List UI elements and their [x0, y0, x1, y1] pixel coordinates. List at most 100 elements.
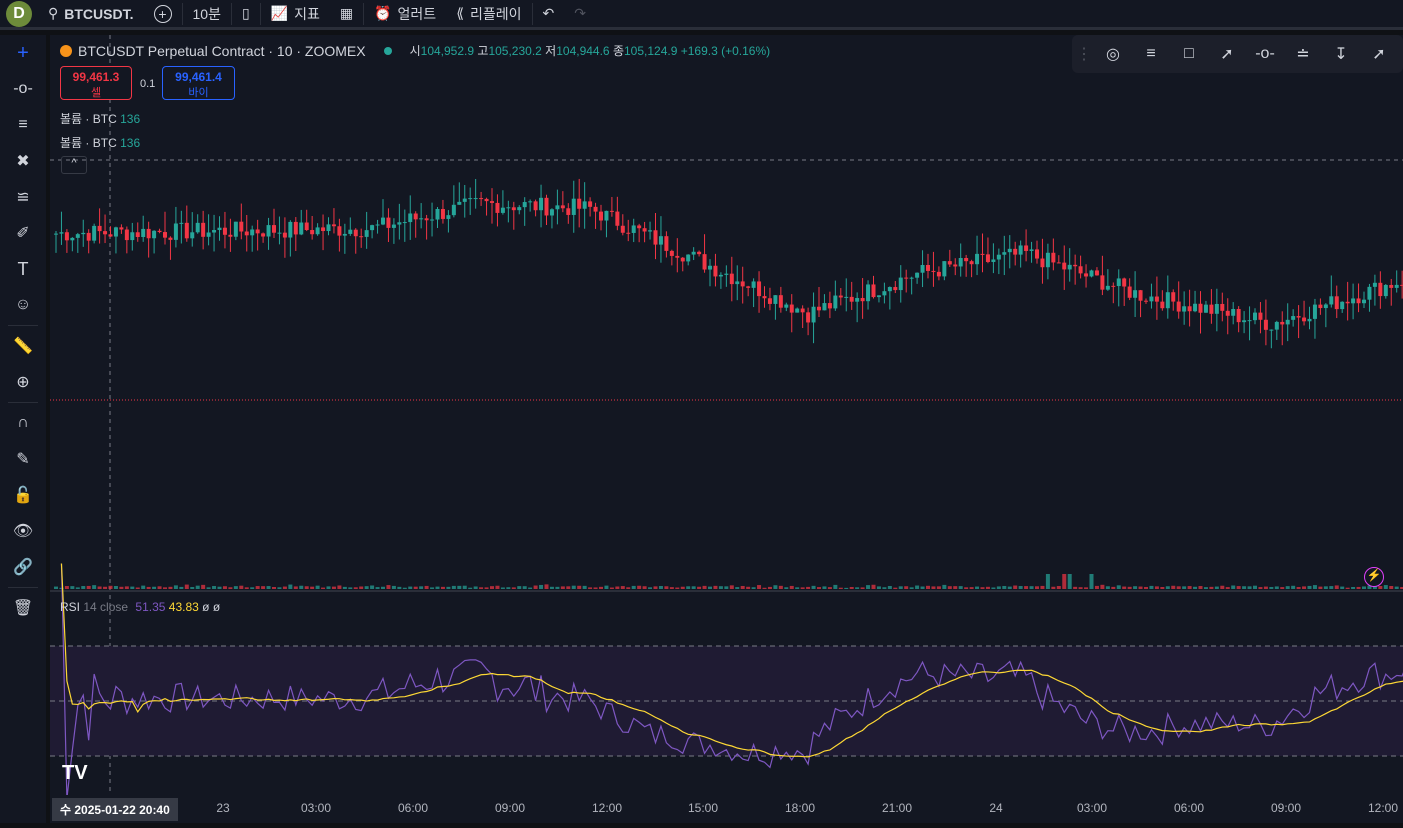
- volume-legend[interactable]: 볼륨 · BTC 136: [60, 110, 140, 127]
- candle-body: [985, 254, 990, 262]
- candle-body: [222, 227, 227, 235]
- collapse-legend-button[interactable]: ^: [61, 156, 87, 174]
- candle-body: [1116, 278, 1121, 287]
- volume-bar: [969, 587, 974, 589]
- chart-area[interactable]: [50, 35, 1403, 823]
- price-range-tool[interactable]: ↧: [1326, 39, 1356, 69]
- volume-bar: [1214, 586, 1219, 589]
- horizontal-ray-tool[interactable]: -o-: [1250, 39, 1280, 69]
- brush-tool[interactable]: ✐: [0, 215, 46, 251]
- sell-button[interactable]: 99,461.3 셀: [60, 66, 132, 100]
- parallel-lines-icon: ≡: [1146, 45, 1156, 62]
- interval-button[interactable]: 10분: [183, 0, 231, 29]
- candle-body: [1100, 275, 1105, 290]
- candle-body: [708, 265, 712, 270]
- symbol-title[interactable]: BTCUSDT Perpetual Contract · 10 · ZOOMEX: [78, 43, 366, 59]
- undo-button[interactable]: ↶: [533, 0, 565, 29]
- volume-bar: [81, 586, 86, 589]
- volume-bar: [620, 586, 625, 589]
- candle-body: [321, 227, 326, 232]
- delete-tool[interactable]: 🗑: [0, 590, 46, 626]
- volume-bar: [844, 587, 849, 589]
- volume-bar: [664, 586, 669, 589]
- candle-body: [909, 277, 914, 279]
- candle-body: [413, 213, 418, 220]
- lock-icon: 🔓: [13, 487, 33, 504]
- indicators-button[interactable]: 📈 지표: [261, 0, 330, 29]
- volume-bar: [615, 586, 620, 589]
- low-label: 저: [545, 44, 557, 58]
- chart-canvas[interactable]: [50, 35, 1403, 823]
- candle-body: [648, 230, 653, 232]
- candle-body: [691, 251, 696, 255]
- hide-tool[interactable]: 👁: [0, 513, 46, 549]
- chart-type-button[interactable]: ▯: [232, 0, 260, 29]
- volume-bar: [1149, 585, 1154, 589]
- zoom-tool[interactable]: ⊕: [0, 364, 46, 400]
- lock-tool[interactable]: 🔓: [0, 477, 46, 513]
- volume-bar: [222, 586, 227, 589]
- candle-body: [626, 232, 631, 234]
- candle-body: [495, 202, 500, 213]
- candle-body: [1187, 306, 1192, 312]
- candle-body: [484, 198, 489, 202]
- candle-body: [1062, 262, 1067, 270]
- crosshair-tool[interactable]: +: [0, 35, 46, 71]
- time-tick-label: 15:00: [687, 801, 719, 815]
- rewind-icon: ⟪: [456, 5, 464, 21]
- candle-body: [500, 207, 505, 213]
- candle-body: [468, 198, 473, 200]
- volume-bar: [1073, 586, 1078, 589]
- compare-button[interactable]: +: [144, 0, 182, 29]
- parallel-channel-tool[interactable]: ≡: [1136, 39, 1166, 69]
- trend-line-tool[interactable]: ➚: [1212, 39, 1242, 69]
- circle-tool[interactable]: ◎: [1098, 39, 1128, 69]
- candle-body: [887, 287, 892, 292]
- candle-body: [157, 230, 162, 233]
- volume-legend[interactable]: 볼륨 · BTC 136: [60, 134, 140, 151]
- pattern-tool[interactable]: ✖: [0, 143, 46, 179]
- drag-handle[interactable]: ⋮: [1076, 39, 1092, 69]
- volume-bar: [331, 586, 336, 589]
- fib-retracement-tool[interactable]: ≐: [1288, 39, 1318, 69]
- candle-body: [293, 221, 298, 235]
- text-tool[interactable]: T: [0, 251, 46, 287]
- volume-bar: [1051, 586, 1056, 589]
- ruler-tool[interactable]: 📏: [0, 328, 46, 364]
- alert-button[interactable]: ⏰ 얼러트: [364, 0, 446, 29]
- volume-bar: [1236, 586, 1241, 589]
- volume-bar: [708, 586, 712, 589]
- link-tool[interactable]: 🔗: [0, 549, 46, 585]
- candle-body: [642, 228, 647, 232]
- user-avatar[interactable]: D: [6, 0, 32, 27]
- time-axis[interactable]: 23 03:00 06:00 09:00 12:00 15:00 18:00 21:00 24 0…: [50, 795, 1403, 823]
- replay-button[interactable]: ⟪ 리플레이: [446, 0, 531, 29]
- candle-body: [566, 208, 571, 215]
- emoji-tool[interactable]: ☺: [0, 287, 46, 323]
- lock-drawing-tool[interactable]: ✎: [0, 441, 46, 477]
- rsi-legend[interactable]: RSI 14 close 51.35 43.83 ø ø: [60, 600, 220, 614]
- volume-bar: [1160, 586, 1165, 589]
- trend-line-tool[interactable]: -o-: [0, 71, 46, 107]
- candle-body: [381, 217, 385, 225]
- redo-button[interactable]: ↷: [564, 0, 596, 29]
- candle-body: [244, 231, 249, 236]
- buy-button[interactable]: 99,461.4 바이: [162, 66, 235, 100]
- divider: [8, 325, 38, 326]
- projection-tool[interactable]: ≌: [0, 179, 46, 215]
- volume-bar: [833, 584, 838, 589]
- candle-body: [800, 308, 805, 313]
- tradingview-logo[interactable]: TV: [62, 762, 88, 785]
- divider: [8, 402, 38, 403]
- symbol-search[interactable]: ⚲ BTCUSDT.: [38, 0, 144, 29]
- layouts-button[interactable]: ▦: [330, 0, 363, 29]
- candle-body: [490, 201, 494, 203]
- fib-tool[interactable]: ≡: [0, 107, 46, 143]
- magnet-tool[interactable]: ∩: [0, 405, 46, 441]
- time-tick-label: 24: [989, 801, 1003, 815]
- path-tool[interactable]: ➚: [1364, 39, 1394, 69]
- lightning-icon[interactable]: ⚡: [1364, 567, 1384, 587]
- volume-bar: [795, 587, 800, 589]
- rectangle-tool[interactable]: □: [1174, 39, 1204, 69]
- candle-body: [915, 272, 920, 278]
